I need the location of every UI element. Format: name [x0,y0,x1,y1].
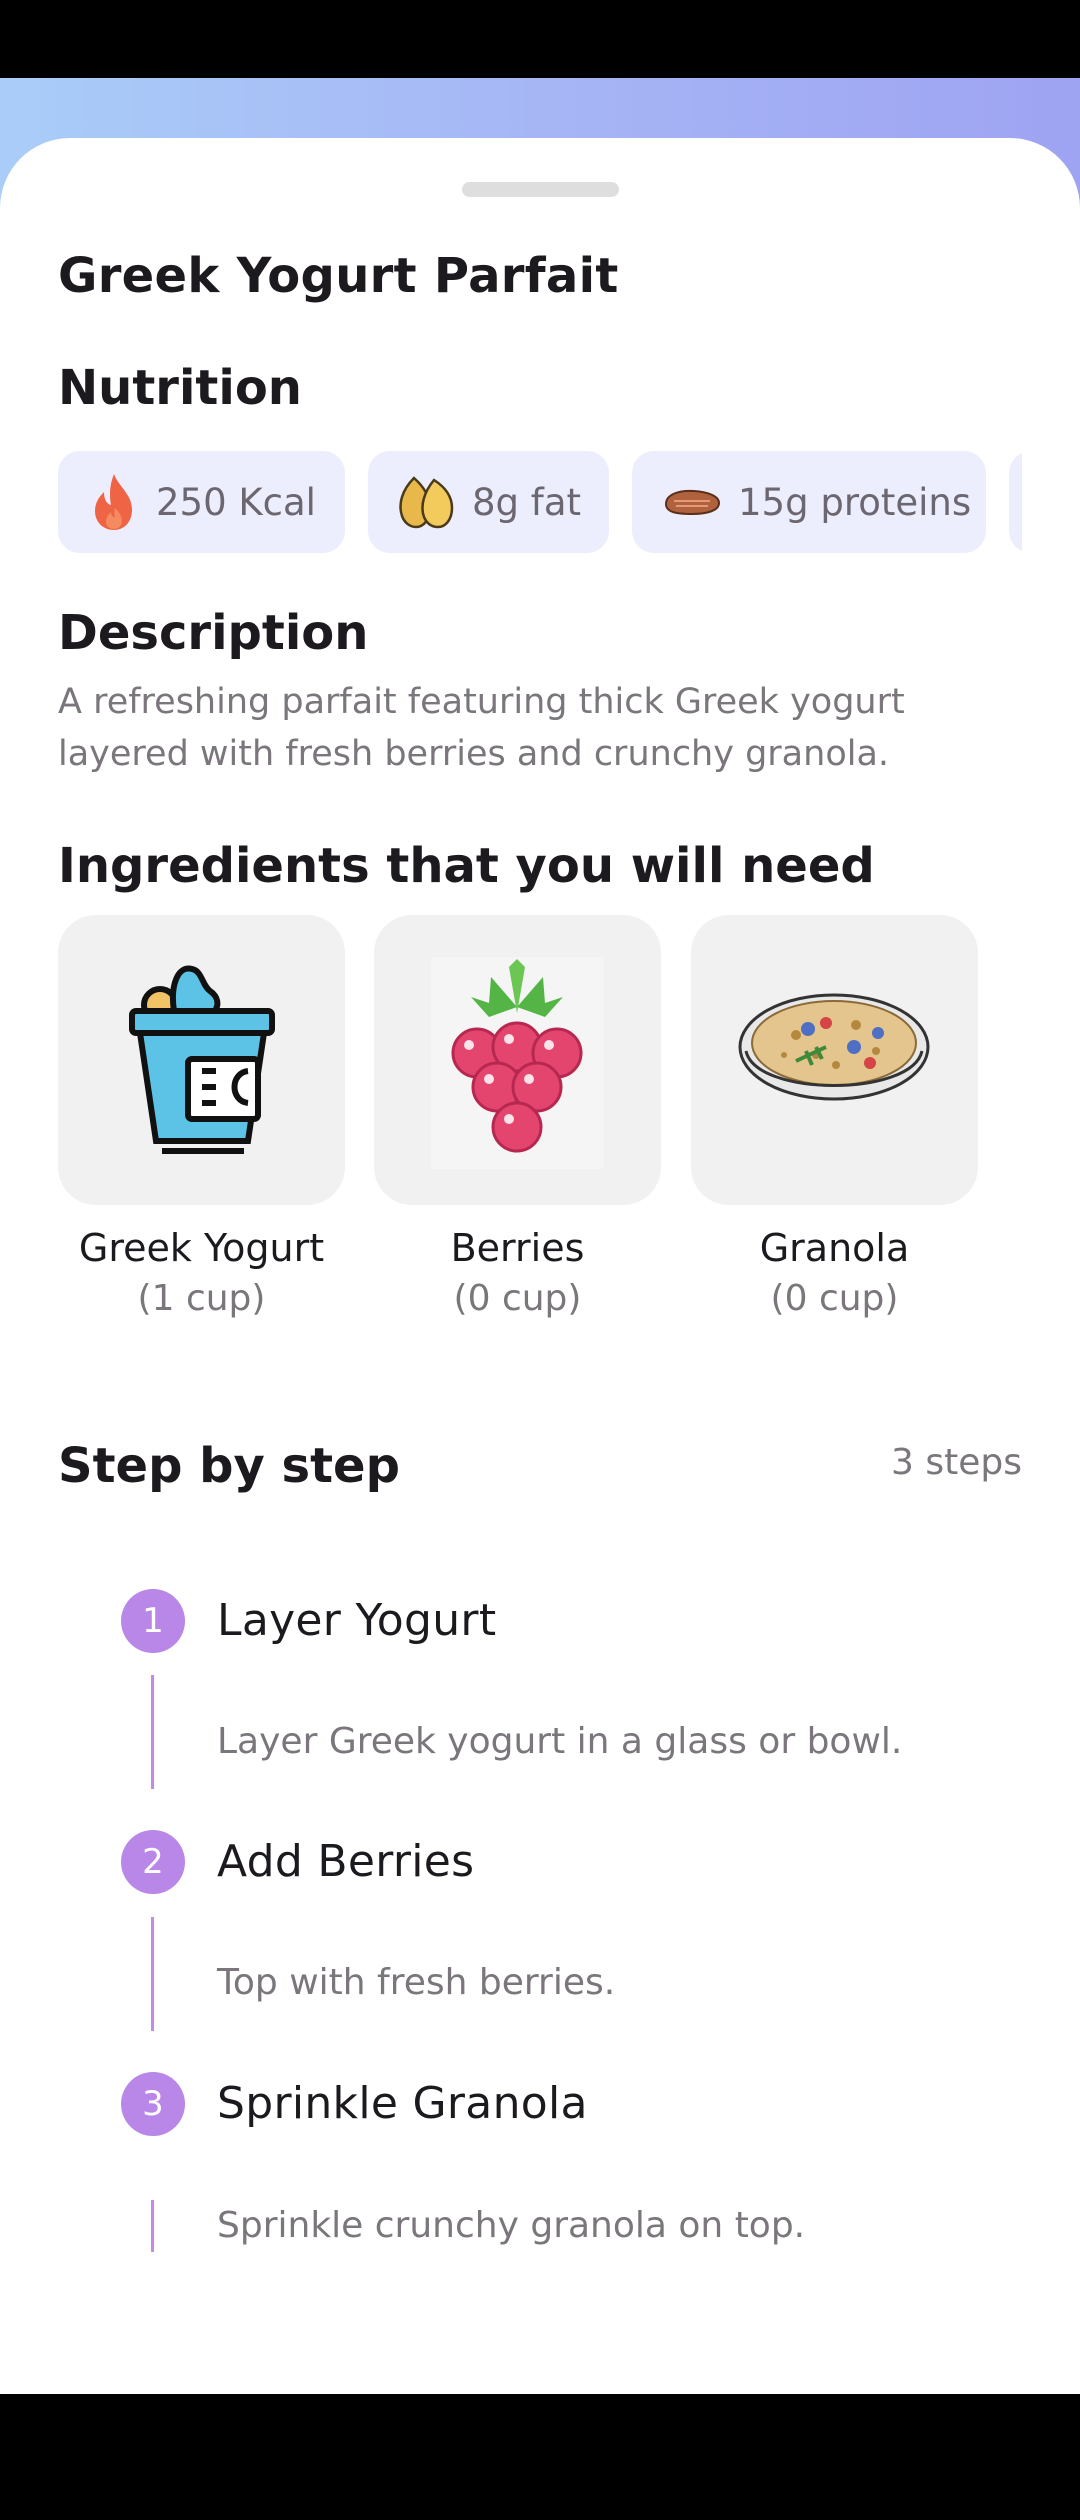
ingredient-card-granola[interactable] [691,915,978,1205]
step-connector-line [151,2200,154,2252]
step-connector-line [151,1675,154,1789]
steps-count: 3 steps [891,1442,1022,1483]
description-heading: Description [58,605,369,661]
ingredient-quantity: (0 cup) [770,1278,899,1319]
nutrition-chip-more [1009,451,1022,553]
step-number-badge: 2 [121,1830,185,1894]
step-number-badge: 3 [121,2072,185,2136]
status-bar [0,0,1080,78]
drag-handle[interactable] [462,182,619,197]
nutrition-chip-label: 15g proteins [738,480,972,524]
recipe-title: Greek Yogurt Parfait [58,248,619,304]
berries-icon [431,957,604,1169]
ingredients-heading: Ingredients that you will need [58,838,875,894]
steps-heading: Step by step [58,1438,400,1494]
ingredient-name: Greek Yogurt [78,1226,325,1270]
navigation-bar [0,2394,1080,2520]
ingredient-quantity: (0 cup) [453,1278,582,1319]
flame-icon [88,472,140,532]
recipe-sheet[interactable]: Greek Yogurt Parfait Nutrition 250 Kcal … [0,138,1080,2394]
step-description: Top with fresh berries. [217,1962,616,2003]
nutrition-chips[interactable]: 250 Kcal 8g fat 15g proteins [58,451,1022,553]
steak-icon [662,486,722,518]
ingredient-card-berries[interactable] [374,915,661,1205]
step-connector-line [151,1917,154,2031]
nutrition-chip-label: 250 Kcal [156,480,316,524]
nutrition-heading: Nutrition [58,360,302,416]
description-text: A refreshing parfait featuring thick Gre… [58,682,905,774]
nutrition-chip-fat: 8g fat [368,451,609,553]
ingredient-name: Berries [450,1226,585,1270]
step-description: Layer Greek yogurt in a glass or bowl. [217,1721,903,1762]
step-title: Sprinkle Granola [217,2078,588,2129]
ingredient-card-greek-yogurt[interactable] [58,915,345,1205]
granola-bowl-icon [738,993,930,1101]
step-title: Add Berries [217,1836,475,1887]
nutrition-chip-label: 8g fat [472,480,581,524]
nutrition-chip-protein: 15g proteins [632,451,986,553]
nutrition-chip-calories: 250 Kcal [58,451,345,553]
step-description: Sprinkle crunchy granola on top. [217,2205,806,2246]
ingredient-quantity: (1 cup) [137,1278,266,1319]
step-number-badge: 1 [121,1589,185,1653]
yogurt-cup-icon [129,965,275,1154]
almond-icon [394,474,456,530]
ingredient-name: Granola [759,1226,910,1270]
step-title: Layer Yogurt [217,1595,497,1646]
